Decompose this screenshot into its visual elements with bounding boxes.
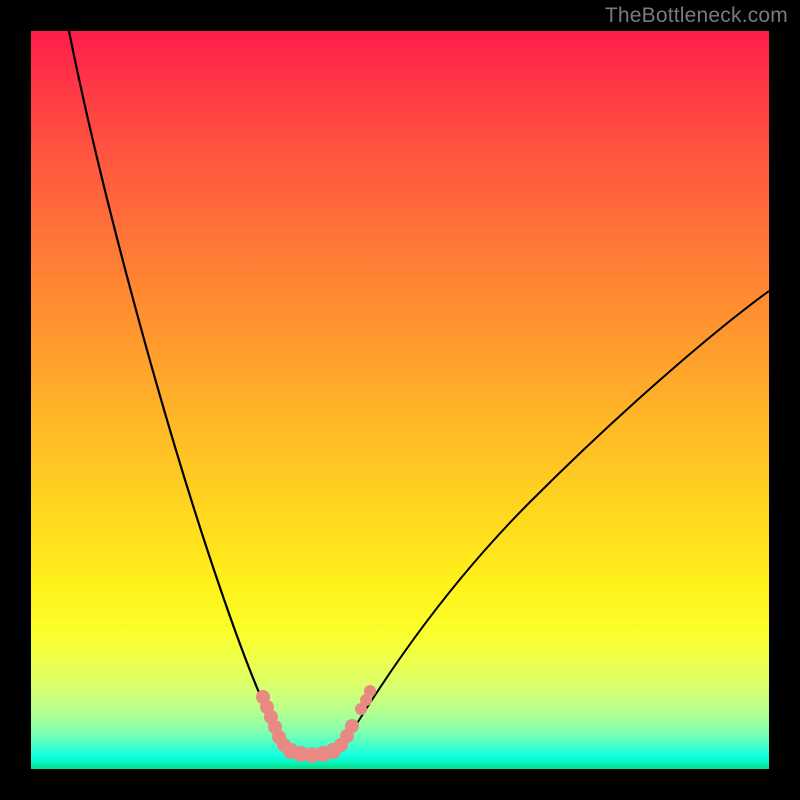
left-curve (69, 31, 287, 749)
right-curve (341, 291, 769, 749)
chart-frame: TheBottleneck.com (0, 0, 800, 800)
watermark-text: TheBottleneck.com (605, 4, 788, 28)
highlight-dots (256, 685, 376, 763)
plot-area (31, 31, 769, 769)
curve-overlay (31, 31, 769, 769)
